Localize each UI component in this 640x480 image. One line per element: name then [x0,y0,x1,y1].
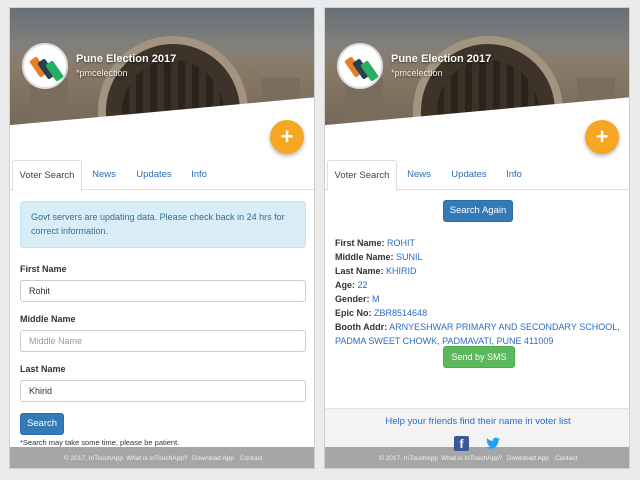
footer-link-contact[interactable]: Contact [240,455,262,462]
middle-name-field[interactable] [20,330,306,352]
footer: © 2017, InTouchApp What is InTouchApp? D… [10,447,314,468]
page-title: Pune Election 2017 [76,53,177,65]
result-age: Age: 22 [335,280,368,290]
tab-bar: Voter Search News Updates Info [325,160,629,191]
search-note: *Search may take some time, please be pa… [20,438,180,447]
tab-voter-search[interactable]: Voter Search [12,160,82,191]
footer-link-download[interactable]: Download App [507,455,549,462]
footer-copyright: © 2017, InTouchApp [379,455,438,462]
info-alert: Govt servers are updating data. Please c… [20,201,306,248]
app-logo-icon [337,43,383,89]
result-last-name: Last Name: KHIRID [335,266,417,276]
help-link[interactable]: Help your friends find their name in vot… [325,416,629,427]
twitter-icon[interactable] [485,436,501,451]
page-handle: *pmcelection [76,68,128,78]
facebook-icon[interactable]: f [454,436,469,451]
last-name-label: Last Name [20,364,66,374]
result-booth-addr: Booth Addr: ARNYESHWAR PRIMARY AND SECON… [335,322,620,346]
search-again-button[interactable]: Search Again [443,200,513,222]
search-screen: Pune Election 2017 *pmcelection + Voter … [9,7,315,469]
send-by-sms-button[interactable]: Send by SMS [443,346,515,368]
footer: © 2017, InTouchApp What is InTouchApp? D… [325,447,629,468]
app-logo-icon [22,43,68,89]
result-middle-name: Middle Name: SUNIL [335,252,423,262]
result-first-name: First Name: ROHIT [335,238,416,248]
result-screen: Pune Election 2017 *pmcelection + Voter … [324,7,630,469]
result-gender: Gender: M [335,294,380,304]
footer-link-what-is[interactable]: What is InTouchApp? [441,455,502,462]
tab-info[interactable]: Info [501,160,527,190]
tab-voter-search[interactable]: Voter Search [327,160,397,191]
result-epic-no: Epic No: ZBR8514648 [335,308,428,318]
first-name-field[interactable] [20,280,306,302]
page-handle: *pmcelection [391,68,443,78]
search-button[interactable]: Search [20,413,64,435]
tab-bar: Voter Search News Updates Info [10,160,314,191]
footer-link-what-is[interactable]: What is InTouchApp? [126,455,187,462]
plus-icon[interactable]: + [585,120,619,154]
footer-copyright: © 2017, InTouchApp [64,455,123,462]
first-name-label: First Name [20,264,67,274]
tab-news[interactable]: News [88,160,120,190]
tab-updates[interactable]: Updates [445,160,493,190]
page-title: Pune Election 2017 [391,53,492,65]
footer-link-contact[interactable]: Contact [555,455,577,462]
tab-info[interactable]: Info [186,160,212,190]
footer-link-download[interactable]: Download App [192,455,234,462]
middle-name-label: Middle Name [20,314,76,324]
last-name-field[interactable] [20,380,306,402]
tab-news[interactable]: News [403,160,435,190]
tab-updates[interactable]: Updates [130,160,178,190]
plus-icon[interactable]: + [270,120,304,154]
